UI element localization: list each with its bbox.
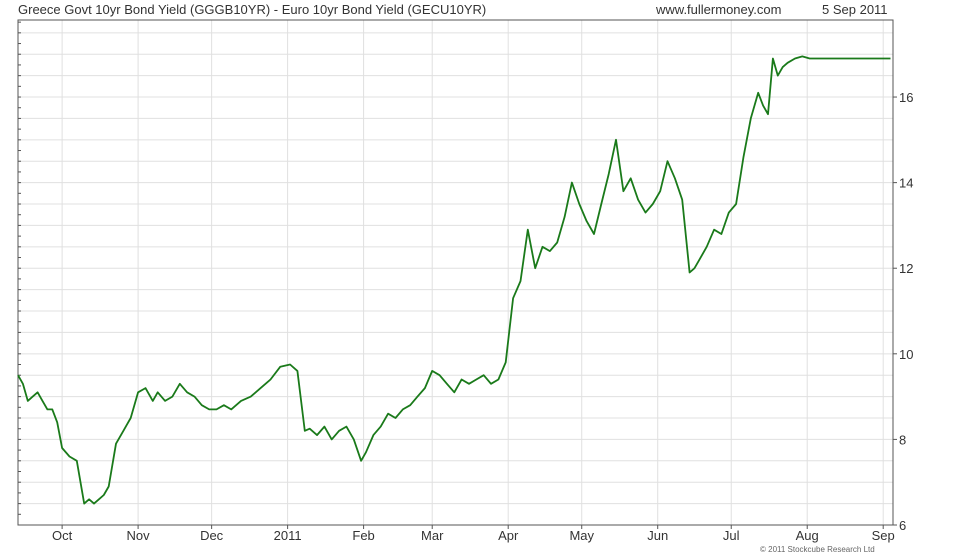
y-tick-label: 16 (899, 90, 913, 105)
x-tick-label: Dec (200, 528, 224, 543)
x-tick-label: May (569, 528, 594, 543)
series-line (17, 55, 891, 505)
x-tick-label: Jun (647, 528, 668, 543)
x-tick-label: Aug (796, 528, 819, 543)
x-tick-label: Oct (52, 528, 73, 543)
line-chart: 6 8 10 12 14 16 Oct Nov Dec 2011 Feb Mar Apr May Jun Ju… (17, 19, 913, 543)
x-tick-label: Feb (352, 528, 374, 543)
x-tick-label: 2011 (274, 528, 302, 543)
x-tick-label: Mar (421, 528, 444, 543)
x-tick-label: Jul (723, 528, 740, 543)
x-tick-label: Apr (498, 528, 519, 543)
x-tick-label: Sep (872, 528, 895, 543)
y-tick-label: 14 (899, 176, 913, 191)
copyright-notice: © 2011 Stockcube Research Ltd (760, 545, 875, 554)
y-tick-label: 8 (899, 432, 906, 447)
plot-frame (17, 19, 894, 526)
y-tick-label: 12 (899, 261, 913, 276)
x-tick-label: Nov (127, 528, 151, 543)
y-tick-label: 10 (899, 347, 913, 362)
y-tick-label: 6 (899, 518, 906, 533)
